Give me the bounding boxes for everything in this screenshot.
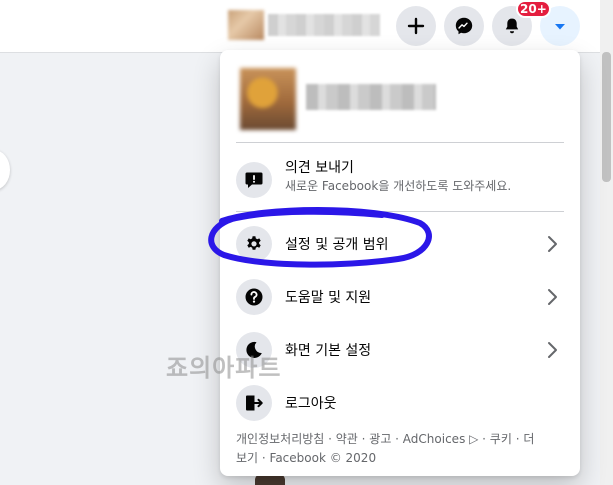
- feedback-icon: [245, 172, 263, 188]
- account-dropdown-menu: 의견 보내기 새로운 Facebook을 개선하도록 도와주세요. 설정 및 공…: [220, 50, 580, 476]
- help-support-label: 도움말 및 지원: [285, 290, 372, 306]
- bell-icon: [505, 18, 519, 34]
- notification-badge: 20+: [516, 0, 551, 18]
- profile-name-blurred[interactable]: [268, 14, 380, 36]
- settings-privacy-menu-item[interactable]: 설정 및 공개 범위: [228, 218, 572, 270]
- chevron-right-icon: [548, 236, 557, 252]
- avatar: [240, 68, 296, 130]
- footer-line-2[interactable]: 보기 · Facebook © 2020: [236, 449, 566, 468]
- settings-privacy-label: 설정 및 공개 범위: [285, 237, 389, 253]
- feedback-icon-wrap: [236, 162, 272, 198]
- display-preferences-label: 화면 기본 설정: [285, 343, 372, 359]
- watermark: 죠의아파트: [166, 354, 282, 382]
- messenger-button[interactable]: [444, 6, 484, 46]
- create-button[interactable]: [396, 6, 436, 46]
- logout-icon: [246, 395, 263, 411]
- help-icon: [245, 288, 263, 306]
- help-support-menu-item[interactable]: 도움말 및 지원: [228, 271, 572, 323]
- messenger-icon: [455, 17, 473, 35]
- gear-icon-wrap: [236, 226, 272, 262]
- chevron-right-icon: [548, 289, 557, 305]
- menu-profile-row[interactable]: [228, 60, 572, 138]
- feedback-description: 새로운 Facebook을 개선하도록 도와주세요.: [285, 179, 512, 193]
- gear-icon: [247, 236, 261, 250]
- profile-avatar-thumbnail[interactable]: [228, 10, 264, 40]
- chevron-right-icon: [548, 342, 557, 358]
- top-navigation-bar: 20+: [0, 0, 600, 53]
- logout-icon-wrap: [236, 385, 272, 421]
- plus-icon: [407, 17, 425, 35]
- divider: [236, 211, 564, 212]
- footer-line-1[interactable]: 개인정보처리방침 · 약관 · 광고 · AdChoices ▷ · 쿠키 · …: [236, 430, 566, 449]
- left-nav-button-partial[interactable]: [0, 150, 10, 190]
- divider: [236, 142, 564, 143]
- help-icon-wrap: [236, 279, 272, 315]
- logout-label: 로그아웃: [285, 396, 337, 412]
- profile-name-blurred: [306, 84, 436, 110]
- footer-links: 개인정보처리방침 · 약관 · 광고 · AdChoices ▷ · 쿠키 · …: [236, 430, 566, 468]
- feedback-menu-item[interactable]: 의견 보내기 새로운 Facebook을 개선하도록 도와주세요.: [228, 151, 572, 209]
- scrollbar-thumb[interactable]: [602, 52, 611, 182]
- logout-menu-item[interactable]: 로그아웃: [228, 377, 572, 429]
- caret-down-icon: [555, 24, 565, 30]
- feedback-label: 의견 보내기: [285, 160, 354, 176]
